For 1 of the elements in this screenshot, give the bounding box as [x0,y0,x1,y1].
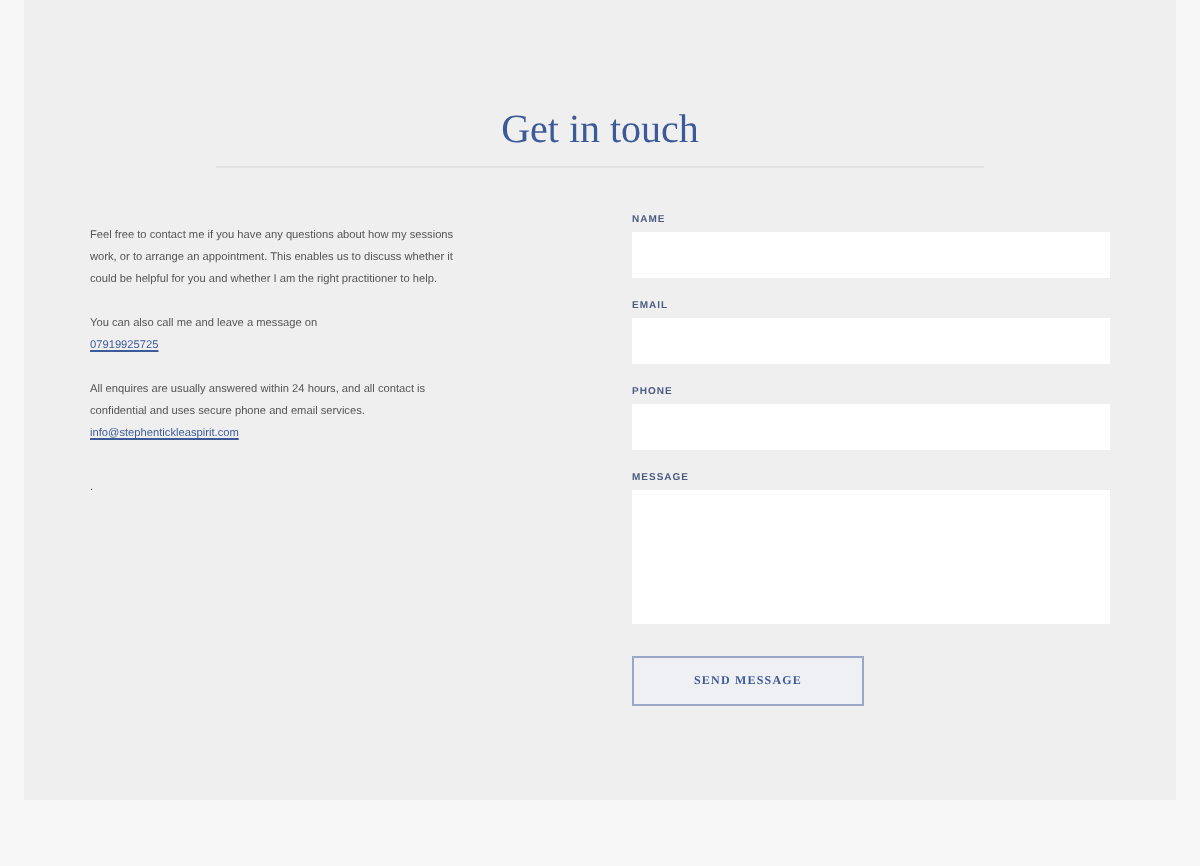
page-title: Get in touch [499,106,701,156]
